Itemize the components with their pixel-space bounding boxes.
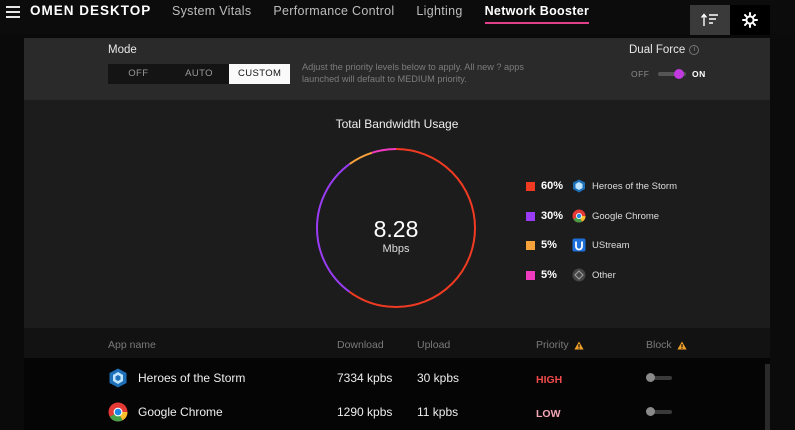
- dual-force-on-label: ON: [692, 69, 706, 79]
- google-chrome-icon: [108, 402, 128, 422]
- upload-rate: 30 kpbs: [417, 371, 460, 385]
- mode-note: Adjust the priority levels below to appl…: [302, 62, 524, 84]
- other-app-icon: [572, 268, 586, 282]
- header-app-name-label: App name: [108, 339, 156, 351]
- header-block[interactable]: Block: [646, 339, 687, 351]
- mode-panel: Mode OFF AUTO CUSTOM Adjust the priority…: [24, 38, 770, 100]
- legend-name: UStream: [592, 239, 630, 251]
- legend-swatch: [526, 240, 535, 250]
- legend-item: 30% Google Chrome: [526, 208, 659, 224]
- app-name: Google Chrome: [138, 405, 223, 419]
- heroes-of-the-storm-icon: [109, 368, 127, 388]
- legend-name: Heroes of the Storm: [592, 180, 678, 192]
- mode-custom-button[interactable]: CUSTOM: [229, 64, 291, 84]
- sort-button[interactable]: [690, 5, 730, 35]
- block-toggle[interactable]: [646, 373, 672, 382]
- mode-selector: OFF AUTO CUSTOM: [108, 64, 291, 84]
- block-toggle[interactable]: [646, 407, 672, 416]
- mode-title: Mode: [108, 44, 137, 56]
- warning-icon: [677, 341, 687, 349]
- info-icon[interactable]: i: [689, 45, 700, 55]
- toggle-knob: [646, 373, 655, 382]
- legend-item: 60% Heroes of the Storm: [526, 178, 677, 194]
- right-edge: [770, 34, 795, 430]
- header-upload-label: Upload: [417, 339, 451, 351]
- header-priority-label: Priority: [536, 339, 569, 351]
- legend-name: Google Chrome: [592, 210, 660, 222]
- heroes-of-the-storm-icon: [572, 179, 586, 193]
- sort-icon: [701, 13, 718, 26]
- legend-name: Other: [592, 269, 616, 281]
- app-table: Heroes of the Storm 7334 kpbs 30 kpbs HI…: [24, 358, 770, 430]
- toggle-knob: [646, 407, 655, 416]
- table-row[interactable]: Heroes of the Storm 7334 kpbs 30 kpbs HI…: [24, 361, 770, 395]
- bandwidth-unit: Mbps: [382, 243, 410, 255]
- upload-rate: 11 kpbs: [417, 405, 459, 419]
- priority-selector[interactable]: HIGH: [536, 374, 562, 386]
- header-app-name[interactable]: App name: [108, 339, 156, 351]
- legend-percent: 5%: [541, 239, 557, 251]
- download-rate: 7334 kpbs: [337, 371, 393, 385]
- main-nav: System Vitals Performance Control Lighti…: [172, 4, 611, 28]
- legend-percent: 60%: [541, 180, 564, 192]
- dual-force-toggle[interactable]: [658, 69, 686, 79]
- table-header: App name Download Upload Priority Block: [24, 328, 770, 358]
- hamburger-menu-icon[interactable]: [6, 6, 20, 18]
- table-row[interactable]: Google Chrome 1290 kpbs 11 kpbs LOW: [24, 395, 770, 429]
- header-upload[interactable]: Upload: [417, 339, 450, 351]
- bandwidth-value: 8.28: [373, 216, 419, 242]
- tab-lighting[interactable]: Lighting: [416, 4, 462, 28]
- legend-swatch: [526, 181, 535, 191]
- tab-network-booster[interactable]: Network Booster: [484, 4, 590, 28]
- legend-swatch: [526, 211, 535, 221]
- header-block-label: Block: [646, 339, 672, 351]
- table-scrollbar[interactable]: [765, 364, 770, 430]
- google-chrome-icon: [572, 209, 586, 223]
- legend-percent: 5%: [541, 269, 557, 281]
- gear-icon: [742, 12, 758, 28]
- header-priority[interactable]: Priority: [536, 339, 584, 351]
- legend-item: 5% Other: [526, 267, 616, 283]
- dual-force-title: Dual Force: [629, 44, 686, 56]
- app-name: Heroes of the Storm: [138, 371, 246, 385]
- app-title: OMEN DESKTOP: [30, 3, 152, 18]
- dual-force-header: Dual Force i: [629, 44, 700, 56]
- bandwidth-panel: Total Bandwidth Usage 8.28 Mbps 60% Hero…: [24, 100, 770, 328]
- header-download-label: Download: [337, 339, 384, 351]
- header-download[interactable]: Download: [337, 339, 384, 351]
- dual-force-off-label: OFF: [631, 69, 650, 79]
- warning-icon: [574, 341, 584, 349]
- legend-swatch: [526, 270, 535, 280]
- mode-off-button[interactable]: OFF: [108, 64, 169, 84]
- priority-selector[interactable]: LOW: [536, 408, 561, 420]
- ustream-icon: [572, 238, 586, 252]
- mode-auto-button[interactable]: AUTO: [169, 64, 230, 84]
- legend-percent: 30%: [541, 210, 564, 222]
- bandwidth-title: Total Bandwidth Usage: [335, 117, 459, 131]
- tab-system-vitals[interactable]: System Vitals: [172, 4, 251, 28]
- tab-performance-control[interactable]: Performance Control: [273, 4, 394, 28]
- top-bar: OMEN DESKTOP System Vitals Performance C…: [0, 0, 795, 35]
- settings-button[interactable]: [730, 5, 770, 35]
- download-rate: 1290 kpbs: [337, 405, 393, 419]
- toggle-knob: [674, 69, 684, 79]
- legend-item: 5% UStream: [526, 237, 629, 253]
